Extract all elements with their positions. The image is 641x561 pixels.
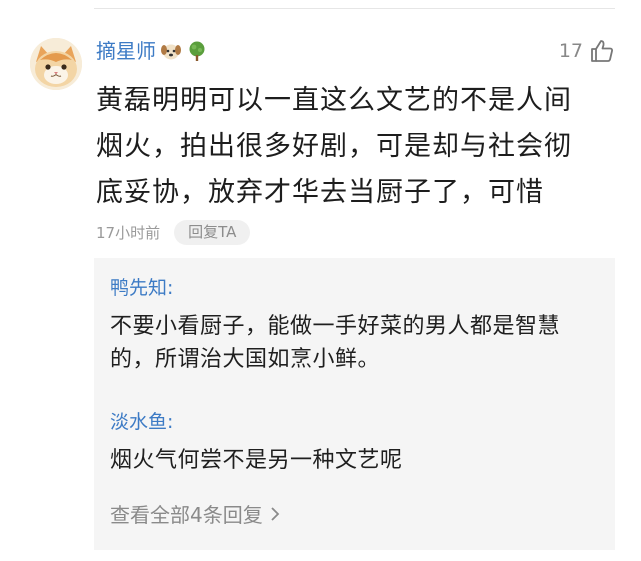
top-divider <box>94 8 615 9</box>
like-count: 17 <box>558 40 583 62</box>
reply-text: 不要小看厨子，能做一手好菜的男人都是智慧的，所谓治大国如烹小鲜。 <box>110 314 561 372</box>
view-all-replies-label: 查看全部4条回复 <box>110 503 263 527</box>
like-button[interactable]: 17 <box>559 38 615 64</box>
username[interactable]: 摘星师 <box>96 41 156 61</box>
reply-item[interactable]: 鸭先知: 不要小看厨子，能做一手好菜的男人都是智慧的，所谓治大国如烹小鲜。 <box>110 276 599 376</box>
thumbs-up-outline-icon[interactable] <box>589 38 615 64</box>
reply-button[interactable]: 回复TA <box>174 220 251 245</box>
view-all-replies-link[interactable]: 查看全部4条回复 <box>110 499 281 528</box>
reply-item[interactable]: 淡水鱼: 烟火气何尝不是另一种文艺呢 <box>110 410 599 477</box>
reply-author[interactable]: 鸭先知: <box>110 276 599 300</box>
comment-header: 摘星师 17 <box>96 34 615 68</box>
comment: 摘星师 17 黄磊明明可以一直这么文艺的不是人间烟火，拍出很多好剧，可是却与社会… <box>96 34 615 245</box>
cat-avatar-icon <box>30 38 82 90</box>
avatar[interactable] <box>30 38 82 90</box>
reply-author[interactable]: 淡水鱼: <box>110 410 599 434</box>
chevron-right-icon <box>269 504 281 524</box>
tree-icon <box>186 40 208 62</box>
comment-text: 黄磊明明可以一直这么文艺的不是人间烟火，拍出很多好剧，可是却与社会彻底妥协，放弃… <box>96 85 572 208</box>
timestamp: 17小时前 <box>96 224 161 242</box>
dog-face-icon <box>160 40 182 62</box>
comment-meta: 17小时前 回复TA <box>96 220 615 245</box>
reply-text: 烟火气何尝不是另一种文艺呢 <box>110 448 403 473</box>
replies-box: 鸭先知: 不要小看厨子，能做一手好菜的男人都是智慧的，所谓治大国如烹小鲜。 淡水… <box>94 258 615 550</box>
